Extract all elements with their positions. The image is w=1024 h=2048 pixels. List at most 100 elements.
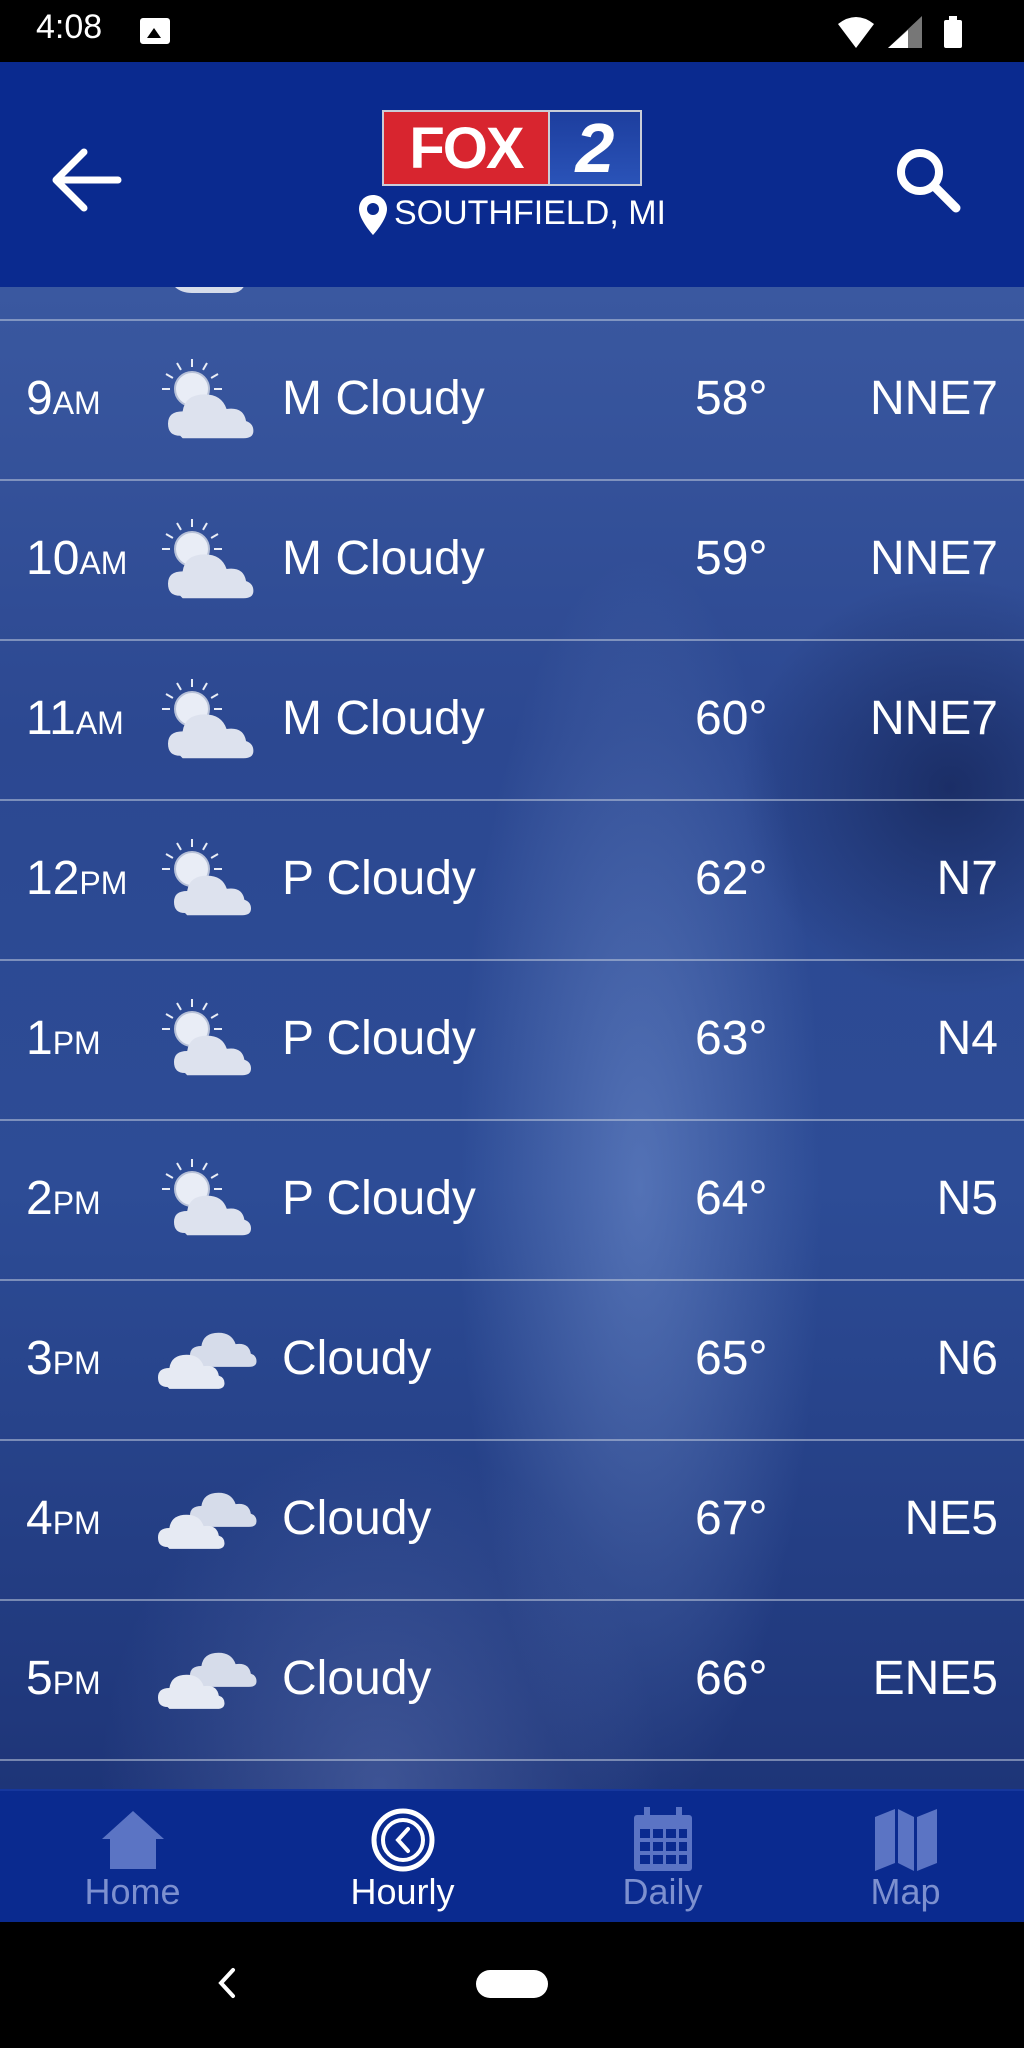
hour-label: 3PM: [26, 1331, 101, 1386]
hour-period: PM: [52, 1345, 101, 1381]
wind: N5: [936, 1172, 998, 1225]
battery-icon: [944, 16, 962, 48]
hourly-row: 1PM P Cloudy 63° N4: [0, 961, 1024, 1121]
wind: NNE7: [869, 692, 998, 745]
nav-hourly-label: Hourly: [350, 1871, 455, 1912]
status-time: 4:08: [36, 8, 103, 46]
location-pin-icon: [358, 195, 387, 236]
hour-period: PM: [52, 1665, 101, 1701]
condition-text: P Cloudy: [282, 852, 476, 905]
hour-label: 2PM: [26, 1171, 101, 1226]
clock-icon: [371, 1808, 434, 1872]
nav-map[interactable]: Map: [803, 1791, 1008, 1924]
calendar-icon: [633, 1807, 692, 1871]
condition-text: M Cloudy: [282, 372, 485, 425]
hour-label: 10AM: [26, 531, 127, 586]
nav-daily[interactable]: Daily: [560, 1791, 765, 1924]
condition-text: M Cloudy: [282, 532, 485, 585]
list-row-partial: [0, 287, 1024, 321]
app-header: FOX 2 SOUTHFIELD, MI: [0, 62, 1024, 287]
image-notification-icon: [140, 18, 170, 44]
hourly-row: 3PM Cloudy 65° N6: [0, 1281, 1024, 1441]
temperature: 64°: [695, 1172, 768, 1225]
hour-label: 5PM: [26, 1651, 101, 1706]
wind: ENE5: [872, 1652, 998, 1705]
hour-value: 9: [26, 372, 53, 425]
hourly-forecast-list[interactable]: 9AM M Cloudy 58° NNE7 10AM M Cloudy 59° NNE7 11A…: [0, 287, 1024, 1789]
status-bar: 4:08: [0, 0, 1024, 62]
hour-label: 1PM: [26, 1011, 101, 1066]
partly-cloudy-icon: [162, 839, 251, 916]
location-text: SOUTHFIELD, MI: [393, 194, 667, 232]
temperature: 60°: [695, 692, 768, 745]
hour-value: 2: [26, 1172, 53, 1225]
hour-label: 4PM: [26, 1491, 101, 1546]
hourly-row: 2PM P Cloudy 64° N5: [0, 1121, 1024, 1281]
partly-cloudy-icon: [162, 1159, 251, 1236]
wifi-icon: [838, 17, 874, 48]
hour-value: 11: [26, 692, 76, 745]
hourly-row: 10AM M Cloudy 59° NNE7: [0, 481, 1024, 641]
system-back-icon[interactable]: [205, 1958, 245, 2008]
location-label: SOUTHFIELD, MI: [0, 194, 1024, 236]
hourly-row: 4PM Cloudy 67° NE5: [0, 1441, 1024, 1601]
system-navigation-bar: [0, 1922, 1024, 2048]
hour-period: PM: [52, 1025, 101, 1061]
temperature: 62°: [695, 852, 768, 905]
hour-value: 1: [26, 1012, 53, 1065]
hour-period: PM: [52, 1505, 101, 1541]
hour-period: AM: [52, 385, 101, 421]
condition-text: Cloudy: [282, 1332, 432, 1385]
hour-period: PM: [52, 1185, 101, 1221]
mostly-cloudy-icon: [162, 359, 254, 439]
partly-cloudy-icon: [162, 999, 251, 1076]
wind: N4: [936, 1012, 998, 1065]
map-icon: [874, 1809, 937, 1871]
hour-value: 12: [26, 852, 80, 905]
condition-text: P Cloudy: [282, 1012, 476, 1065]
nav-map-label: Map: [870, 1871, 941, 1912]
hour-period: AM: [79, 545, 128, 581]
wind: NNE7: [869, 372, 998, 425]
hourly-row: 9AM M Cloudy 58° NNE7: [0, 321, 1024, 481]
search-icon[interactable]: [888, 140, 968, 220]
wind: NNE7: [869, 532, 998, 585]
hour-value: 4: [26, 1492, 53, 1545]
logo-fox: FOX: [382, 110, 550, 186]
fox2-logo: FOX 2: [382, 109, 642, 188]
mostly-cloudy-icon: [162, 519, 254, 599]
home-icon: [101, 1811, 164, 1869]
temperature: 63°: [695, 1012, 768, 1065]
hour-value: 3: [26, 1332, 53, 1385]
nav-daily-label: Daily: [622, 1871, 703, 1912]
system-status-icons: [838, 16, 962, 48]
wind: N7: [936, 852, 998, 905]
hourly-row: 5PM Cloudy 66° ENE5: [0, 1601, 1024, 1761]
wind: NE5: [904, 1492, 998, 1545]
bottom-navigation: Home Hourly Daily Map: [0, 1789, 1024, 1924]
condition-text: P Cloudy: [282, 1172, 476, 1225]
condition-text: M Cloudy: [282, 692, 485, 745]
nav-hourly[interactable]: Hourly: [300, 1791, 505, 1924]
hour-label: 9AM: [26, 371, 101, 426]
system-home-pill[interactable]: [476, 1970, 548, 1998]
signal-icon: [888, 16, 922, 48]
hour-value: 5: [26, 1652, 53, 1705]
temperature: 58°: [695, 372, 768, 425]
hourly-row: 12PM P Cloudy 62° N7: [0, 801, 1024, 961]
condition-text: Cloudy: [282, 1652, 432, 1705]
hour-label: 12PM: [26, 851, 127, 906]
temperature: 67°: [695, 1492, 768, 1545]
wind: N6: [936, 1332, 998, 1385]
hour-period: AM: [75, 705, 124, 741]
hour-value: 10: [26, 532, 80, 585]
logo-number: 2: [548, 109, 642, 187]
nav-home-label: Home: [84, 1871, 181, 1912]
cloudy-icon: [158, 1332, 257, 1389]
nav-home[interactable]: Home: [30, 1791, 235, 1924]
hourly-row: 11AM M Cloudy 60° NNE7: [0, 641, 1024, 801]
temperature: 66°: [695, 1652, 768, 1705]
temperature: 59°: [695, 532, 768, 585]
cloudy-icon: [158, 1652, 257, 1709]
mostly-cloudy-icon: [162, 679, 254, 759]
